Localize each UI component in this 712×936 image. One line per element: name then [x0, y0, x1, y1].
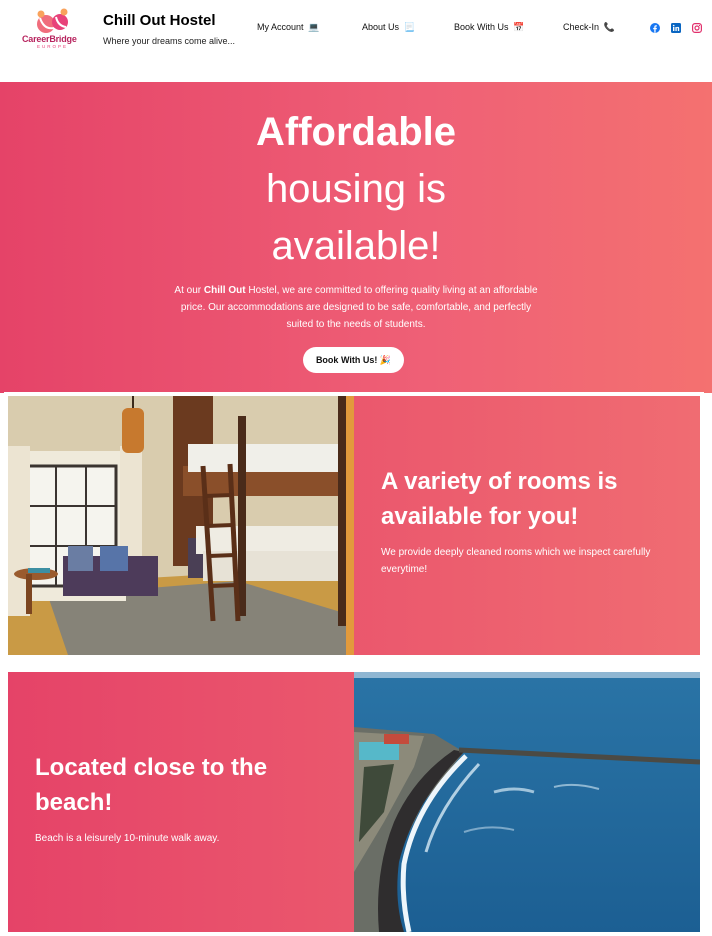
nav-label: Book With Us: [454, 22, 509, 32]
hero-text-prefix: At our: [174, 285, 204, 296]
phone-icon: 📞: [603, 22, 615, 32]
instagram-icon[interactable]: [692, 23, 702, 33]
nav-label: My Account: [257, 22, 304, 32]
section-text: We provide deeply cleaned rooms which we…: [381, 547, 651, 575]
beach-section: Located close to the beach! Beach is a l…: [4, 668, 704, 936]
nav-label: About Us: [362, 22, 400, 32]
hero-text-brand: Chill Out: [203, 285, 246, 296]
logo-wordmark: CareerBridge: [22, 34, 77, 44]
section-text: Beach is a leisurely 10-minute walk away…: [35, 833, 220, 844]
hero-description: At our Chill Out Hostel, we are committe…: [170, 282, 542, 333]
book-with-us-button[interactable]: Book With Us! 🎉: [303, 347, 404, 373]
logo-subtext: EUROPE: [37, 44, 69, 49]
site-title[interactable]: Chill Out Hostel: [103, 12, 216, 29]
nav-label: Check-In: [563, 22, 600, 32]
hero-section: Affordable housing is available! At our …: [0, 82, 712, 393]
nav-about-us[interactable]: About Us 📃: [362, 22, 415, 33]
hero-heading-line: housing is: [265, 167, 447, 211]
nav-my-account[interactable]: My Account 💻: [257, 22, 319, 33]
document-icon: 📃: [403, 22, 415, 32]
site-tagline: Where your dreams come alive...: [103, 36, 236, 46]
section-heading: A variety of rooms is available for you!: [381, 468, 618, 530]
bunk-bed-room-photo: [8, 396, 354, 655]
hero-heading: Affordable housing is available!: [0, 104, 712, 275]
linkedin-icon[interactable]: [671, 23, 681, 33]
hero-heading-line: Affordable: [256, 110, 456, 154]
rooms-section: A variety of rooms is available for you!…: [4, 392, 704, 659]
nav-check-in[interactable]: Check-In 📞: [563, 22, 615, 33]
calendar-icon: 📅: [513, 22, 525, 32]
beach-coast-photo: [354, 672, 700, 932]
nav-book-with-us[interactable]: Book With Us 📅: [454, 22, 524, 33]
facebook-icon[interactable]: [650, 23, 660, 33]
laptop-icon: 💻: [308, 22, 320, 32]
site-header: CareerBridge EUROPE Chill Out Hostel Whe…: [0, 0, 712, 82]
hero-heading-line: available!: [271, 224, 441, 268]
section-heading: Located close to the beach!: [35, 754, 268, 816]
